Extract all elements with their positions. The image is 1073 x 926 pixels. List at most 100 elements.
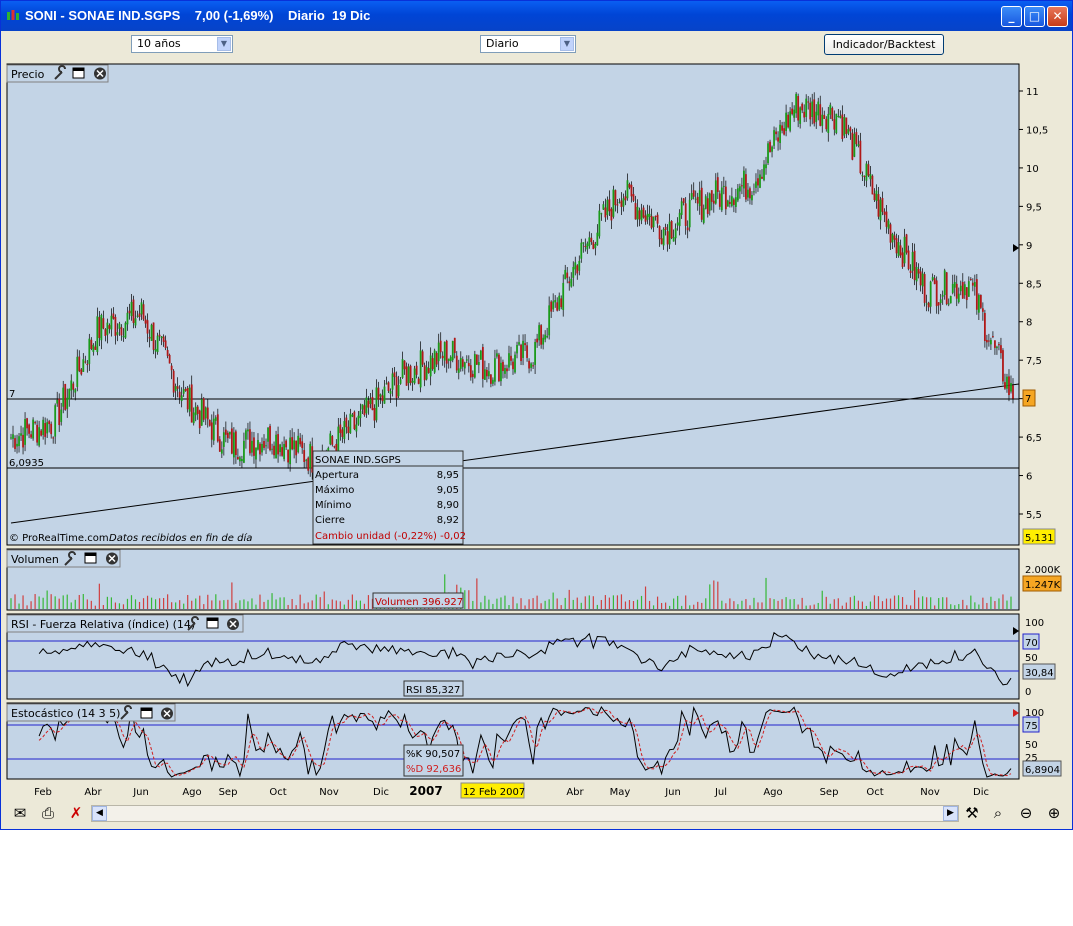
candle-body — [40, 430, 43, 436]
candle-body — [1008, 376, 1010, 396]
horizontal-scrollbar[interactable]: ◀ ▶ — [91, 805, 959, 822]
volume-bar — [118, 603, 121, 609]
mail-icon[interactable]: ✉ — [9, 802, 31, 824]
volume-bar — [484, 595, 486, 609]
candle-body — [891, 233, 894, 243]
candle-body — [92, 344, 95, 352]
candle-body — [765, 164, 767, 169]
candle-body — [16, 443, 18, 447]
window-icon[interactable] — [84, 552, 97, 564]
last-price-marker: 7 — [1025, 394, 1031, 405]
close-panel-icon[interactable] — [94, 67, 106, 80]
candle-body — [363, 405, 366, 415]
candle-body — [186, 388, 189, 410]
candle-body — [516, 345, 518, 354]
candle-body — [640, 209, 643, 221]
zoom-fit-icon[interactable]: ⌕ — [987, 802, 1009, 824]
candle-body — [839, 115, 842, 119]
candle-body — [355, 424, 358, 432]
candle-body — [399, 379, 402, 384]
candle-body — [130, 301, 133, 317]
close-panel-icon[interactable] — [161, 707, 173, 720]
zoom-in-icon[interactable]: ⊕ — [1043, 802, 1065, 824]
zoom-out-icon[interactable]: ⊖ — [1015, 802, 1037, 824]
volume-bar — [544, 600, 546, 609]
volume-bar — [130, 595, 133, 609]
close-panel-icon[interactable] — [106, 552, 118, 565]
candle-body — [397, 384, 400, 397]
volume-bar — [287, 604, 289, 609]
candle-body — [514, 354, 516, 373]
volume-bar — [801, 597, 803, 609]
candle-body — [142, 304, 145, 320]
price-panel-title: Precio — [11, 68, 45, 81]
volume-bar — [584, 596, 586, 609]
candle-body — [208, 420, 211, 426]
print-icon[interactable]: ⎙ — [37, 802, 59, 824]
window-icon[interactable] — [72, 67, 85, 79]
x-tick-label: May — [610, 787, 631, 798]
close-panel-icon[interactable] — [227, 618, 239, 630]
candle-body — [473, 354, 476, 378]
candle-body — [38, 427, 41, 446]
volume-bar — [725, 603, 727, 609]
candle-body — [190, 384, 193, 423]
candle-body — [273, 445, 275, 456]
candle-body — [724, 186, 727, 210]
volume-bar — [311, 600, 313, 609]
candle-body — [391, 373, 394, 390]
candle-body — [994, 340, 996, 348]
candle-body — [688, 199, 691, 228]
candle-body — [829, 104, 832, 115]
window-icon[interactable] — [140, 707, 153, 719]
candle-body — [841, 114, 844, 140]
candle-body — [650, 215, 653, 228]
candle-body — [853, 133, 856, 157]
tools-icon[interactable]: ⚒ — [961, 802, 983, 824]
candle-body — [610, 208, 613, 221]
disconnect-icon[interactable]: ✗ — [65, 802, 87, 824]
period-select[interactable]: 10 años ▼ — [131, 35, 233, 53]
volume-bar — [636, 599, 639, 609]
candle-body — [512, 361, 514, 370]
volume-bar — [500, 597, 502, 609]
x-tick-label: Jun — [132, 787, 149, 798]
candle-body — [379, 394, 382, 397]
window-icon[interactable] — [206, 617, 219, 629]
volume-bar — [942, 597, 944, 609]
volume-bar — [480, 602, 482, 609]
candle-body — [365, 397, 368, 414]
volume-bar — [950, 604, 952, 609]
interval-select[interactable]: Diario ▼ — [480, 35, 576, 53]
candle-body — [654, 215, 657, 217]
candle-body — [74, 389, 77, 393]
volume-bar — [705, 598, 707, 609]
candle-body — [664, 226, 667, 231]
minimize-button[interactable]: _ — [1001, 6, 1022, 27]
volume-bar — [22, 595, 24, 609]
volume-bar — [536, 595, 538, 609]
indicator-backtest-button[interactable]: Indicador/Backtest — [824, 34, 944, 55]
volume-bar — [532, 598, 534, 609]
candle-body — [799, 107, 802, 124]
candle-body — [648, 213, 651, 217]
period-value: 10 años — [137, 37, 181, 50]
volume-bar — [263, 601, 265, 609]
candle-body — [188, 387, 191, 412]
candle-body — [901, 252, 904, 267]
volume-bar — [239, 600, 241, 609]
candle-body — [196, 406, 199, 414]
volume-bar — [938, 598, 940, 609]
candle-body — [176, 386, 179, 389]
candle-body — [680, 201, 683, 215]
close-button[interactable]: ✕ — [1047, 6, 1068, 27]
candle-body — [775, 131, 777, 135]
scroll-right-icon[interactable]: ▶ — [943, 806, 958, 821]
volume-bar — [821, 590, 823, 609]
maximize-button[interactable]: □ — [1024, 6, 1045, 27]
candle-body — [477, 362, 480, 366]
candle-body — [239, 457, 241, 462]
chart-area[interactable]: 11 10,5 10 9,5 9 8,5 8 7,5 7 6,5 6 5,5 7 6,0935 7 5… — [1, 61, 1072, 801]
candle-body — [767, 143, 769, 164]
scroll-left-icon[interactable]: ◀ — [92, 806, 107, 821]
